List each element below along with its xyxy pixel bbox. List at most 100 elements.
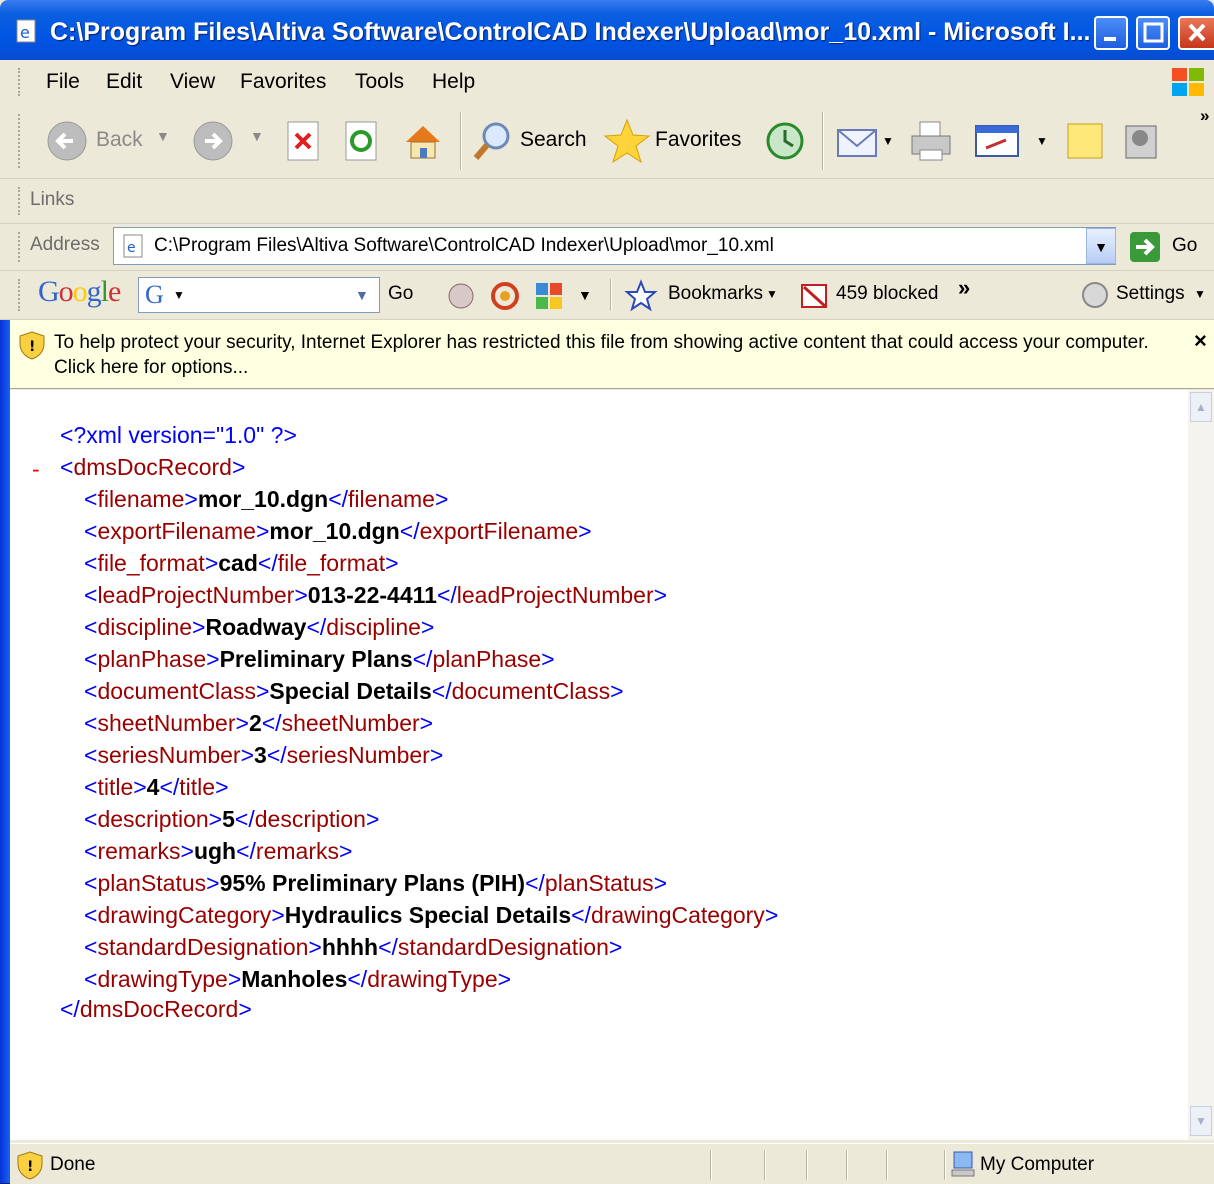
forward-dropdown-icon[interactable]: ▼	[250, 128, 264, 144]
google-search-dropdown-icon[interactable]: ▼	[355, 287, 369, 303]
xml-open-bracket: <	[84, 774, 98, 800]
xml-open-tag-name: drawingCategory	[97, 902, 272, 928]
xml-open-bracket: </	[399, 518, 420, 544]
menu-tools[interactable]: Tools	[355, 70, 404, 94]
xml-open-bracket: </	[236, 838, 256, 864]
google-g-dropdown-icon[interactable]: ▼	[173, 288, 185, 302]
popup-blocker-icon[interactable]	[798, 279, 832, 313]
xml-element-line: <leadProjectNumber>013-22-4411</leadProj…	[84, 582, 667, 609]
back-arrow-icon[interactable]	[46, 120, 88, 162]
back-dropdown-icon[interactable]: ▼	[156, 128, 170, 144]
xml-close-bracket: >	[764, 902, 779, 928]
close-button[interactable]	[1178, 16, 1214, 50]
go-button-label[interactable]: Go	[1172, 235, 1197, 257]
xml-element-line: <drawingType>Manholes</drawingType>	[84, 966, 511, 993]
mail-dropdown-icon[interactable]: ▼	[882, 134, 894, 148]
google-options-icon[interactable]	[532, 279, 566, 313]
settings-icon[interactable]	[1080, 279, 1112, 311]
search-icon[interactable]	[470, 118, 516, 164]
page-icon: e	[123, 234, 143, 258]
my-computer-icon	[951, 1151, 975, 1177]
xml-close-bracket: >	[204, 550, 219, 576]
popup-blocked-count[interactable]: 459 blocked	[836, 283, 938, 305]
edit-dropdown-icon[interactable]: ▼	[1036, 134, 1048, 148]
google-options-dropdown-icon[interactable]: ▼	[578, 287, 592, 303]
shield-icon: !	[19, 331, 45, 360]
xml-open-bracket: <	[84, 550, 98, 576]
menu-view[interactable]: View	[170, 70, 215, 94]
xml-open-bracket: </	[378, 934, 398, 960]
history-icon[interactable]	[762, 118, 808, 164]
xml-open-bracket: </	[234, 806, 255, 832]
back-button-label[interactable]: Back	[96, 128, 143, 152]
google-go-button[interactable]: Go	[388, 283, 413, 305]
xml-open-tag-name: remarks	[97, 838, 181, 864]
xml-close-bracket: >	[385, 550, 399, 576]
favorites-button-label[interactable]: Favorites	[655, 128, 741, 152]
settings-dropdown-icon[interactable]: ▼	[1194, 287, 1206, 301]
xml-element-line: <documentClass>Special Details</document…	[84, 678, 624, 705]
title-bar[interactable]: e C:\Program Files\Altiva Software\Contr…	[0, 0, 1214, 68]
xml-element-value: 5	[222, 806, 235, 832]
xml-element-value: Manholes	[241, 966, 348, 992]
vertical-scrollbar[interactable]: ▲ ▼	[1188, 390, 1214, 1140]
home-icon[interactable]	[400, 118, 446, 164]
links-bar: Links	[0, 179, 1214, 224]
bookmarks-button[interactable]: Bookmarks	[668, 283, 763, 305]
google-pagerank-icon[interactable]	[488, 279, 522, 313]
menu-edit[interactable]: Edit	[106, 70, 142, 94]
forward-arrow-icon[interactable]	[192, 120, 234, 162]
toolbar-grip	[18, 114, 23, 168]
google-search-input[interactable]: G ▼ ▼	[138, 277, 380, 313]
xml-collapse-toggle[interactable]: -	[32, 456, 40, 483]
google-overflow-icon[interactable]: »	[958, 275, 970, 301]
scroll-down-icon[interactable]: ▼	[1190, 1106, 1212, 1136]
edit-icon[interactable]	[972, 120, 1022, 162]
maximize-button[interactable]	[1136, 16, 1170, 50]
windows-logo-icon	[1172, 68, 1204, 96]
minimize-button[interactable]	[1094, 16, 1128, 50]
menu-help[interactable]: Help	[432, 70, 475, 94]
settings-button[interactable]: Settings	[1116, 283, 1185, 305]
xml-open-bracket: <	[84, 934, 98, 960]
menu-favorites[interactable]: Favorites	[240, 70, 326, 94]
svg-text:e: e	[127, 240, 136, 256]
xml-open-bracket: </	[347, 966, 368, 992]
toolbar-overflow-icon[interactable]: »	[1200, 106, 1209, 126]
address-dropdown-icon[interactable]: ▼	[1086, 228, 1116, 264]
xml-close-bracket: >	[541, 646, 555, 672]
xml-element-line: <discipline>Roadway</discipline>	[84, 614, 434, 641]
search-button-label[interactable]: Search	[520, 128, 587, 152]
xml-close-tag-name: exportFilename	[419, 518, 579, 544]
messenger-icon[interactable]	[1118, 116, 1168, 166]
discuss-note-icon[interactable]	[1062, 118, 1108, 164]
info-bar-close-icon[interactable]: ×	[1194, 328, 1207, 354]
links-label[interactable]: Links	[30, 189, 74, 211]
xml-element-value: Roadway	[205, 614, 307, 640]
status-separator	[846, 1150, 848, 1180]
scroll-up-icon[interactable]: ▲	[1190, 392, 1212, 422]
google-news-icon[interactable]	[444, 279, 478, 313]
google-logo[interactable]: Google	[38, 275, 121, 309]
xml-close-tag-name: filename	[348, 486, 435, 512]
address-input[interactable]: e C:\Program Files\Altiva Software\Contr…	[113, 227, 1116, 265]
favorites-star-icon[interactable]	[602, 116, 652, 166]
mail-icon[interactable]	[834, 118, 880, 164]
xml-close-bracket: >	[180, 838, 194, 864]
xml-open-tag-name: standardDesignation	[97, 934, 309, 960]
status-separator	[886, 1150, 888, 1180]
xml-open-bracket: <	[84, 614, 98, 640]
stop-icon[interactable]	[284, 118, 322, 164]
status-separator	[944, 1150, 946, 1180]
xml-close-bracket: >	[578, 518, 592, 544]
ie-page-icon: e	[16, 19, 36, 43]
bookmarks-dropdown-icon[interactable]: ▼	[766, 287, 778, 301]
xml-close-tag-name: seriesNumber	[286, 742, 430, 768]
menu-file[interactable]: File	[46, 70, 80, 94]
go-arrow-icon[interactable]	[1128, 230, 1164, 264]
refresh-icon[interactable]	[342, 118, 380, 164]
menu-bar: File Edit View Favorites Tools Help	[0, 60, 1214, 105]
security-info-bar[interactable]: ! To help protect your security, Interne…	[10, 320, 1214, 389]
bookmark-star-icon[interactable]	[624, 279, 658, 313]
print-icon[interactable]	[906, 116, 956, 166]
